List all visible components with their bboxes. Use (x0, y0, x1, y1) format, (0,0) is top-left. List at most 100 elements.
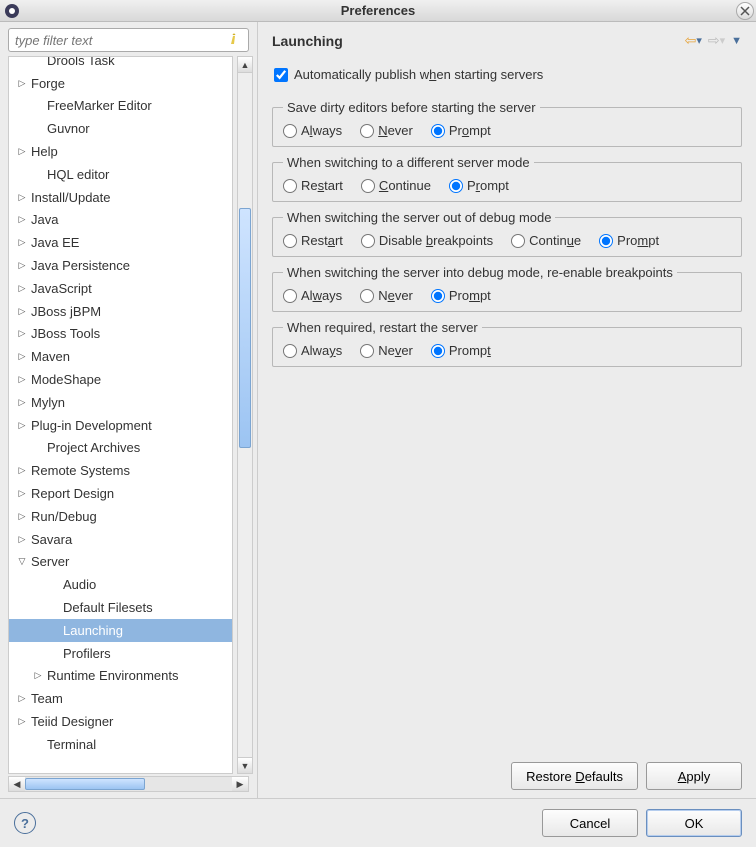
tree-item-java[interactable]: ▷Java (9, 209, 232, 232)
scroll-up-icon[interactable]: ▲ (238, 57, 252, 73)
tree-item-java-ee[interactable]: ▷Java EE (9, 231, 232, 254)
expand-icon[interactable]: ▷ (15, 465, 29, 476)
close-icon[interactable] (736, 2, 754, 20)
radio-g3-3[interactable] (599, 234, 613, 248)
expand-icon[interactable]: ▷ (15, 328, 29, 339)
expand-icon[interactable]: ▷ (15, 237, 29, 248)
radio-g5-0[interactable] (283, 344, 297, 358)
radio-option[interactable]: Always (283, 123, 342, 138)
expand-icon[interactable]: ▷ (15, 192, 29, 203)
radio-option[interactable]: Prompt (431, 343, 491, 358)
radio-g2-1[interactable] (361, 179, 375, 193)
tree-item-freemarker-editor[interactable]: FreeMarker Editor (9, 95, 232, 118)
tree-item-guvnor[interactable]: Guvnor (9, 117, 232, 140)
radio-option[interactable]: Prompt (431, 123, 491, 138)
tree-item-project-archives[interactable]: Project Archives (9, 437, 232, 460)
radio-option[interactable]: Prompt (431, 288, 491, 303)
tree-item-java-persistence[interactable]: ▷Java Persistence (9, 254, 232, 277)
apply-button[interactable]: Apply (646, 762, 742, 790)
tree-item-savara[interactable]: ▷Savara (9, 528, 232, 551)
back-icon[interactable]: ⇦▾ (685, 32, 702, 49)
tree-item-help[interactable]: ▷Help (9, 140, 232, 163)
expand-icon[interactable]: ▷ (15, 374, 29, 385)
radio-option[interactable]: Never (360, 123, 413, 138)
tree-item-profilers[interactable]: Profilers (9, 642, 232, 665)
scroll-down-icon[interactable]: ▼ (238, 757, 252, 773)
radio-g4-0[interactable] (283, 289, 297, 303)
expand-icon[interactable]: ▷ (15, 260, 29, 271)
tree-item-team[interactable]: ▷Team (9, 687, 232, 710)
expand-icon[interactable]: ▷ (15, 283, 29, 294)
radio-option[interactable]: Disable breakpoints (361, 233, 493, 248)
radio-g3-2[interactable] (511, 234, 525, 248)
radio-g5-2[interactable] (431, 344, 445, 358)
radio-g1-0[interactable] (283, 124, 297, 138)
radio-option[interactable]: Never (360, 288, 413, 303)
tree-item-default-filesets[interactable]: Default Filesets (9, 596, 232, 619)
tree-item-launching[interactable]: Launching (9, 619, 232, 642)
auto-publish-label[interactable]: Automatically publish when starting serv… (294, 67, 543, 82)
scroll-right-icon[interactable]: ▶ (232, 777, 248, 791)
tree-item-jboss-tools[interactable]: ▷JBoss Tools (9, 323, 232, 346)
radio-option[interactable]: Always (283, 288, 342, 303)
expand-icon[interactable]: ▷ (15, 693, 29, 704)
expand-icon[interactable]: ▷ (15, 511, 29, 522)
tree-item-hql-editor[interactable]: HQL editor (9, 163, 232, 186)
radio-option[interactable]: Always (283, 343, 342, 358)
tree-horizontal-scrollbar[interactable]: ◀ ▶ (8, 776, 249, 792)
auto-publish-checkbox[interactable] (274, 68, 288, 82)
tree-item-drools-task[interactable]: Drools Task (9, 56, 232, 72)
expand-icon[interactable]: ▷ (15, 146, 29, 157)
expand-icon[interactable]: ▷ (15, 397, 29, 408)
hscroll-thumb[interactable] (25, 778, 145, 790)
tree-item-plug-in-development[interactable]: ▷Plug-in Development (9, 414, 232, 437)
tree-item-modeshape[interactable]: ▷ModeShape (9, 368, 232, 391)
tree-item-remote-systems[interactable]: ▷Remote Systems (9, 459, 232, 482)
radio-g4-1[interactable] (360, 289, 374, 303)
cancel-button[interactable]: Cancel (542, 809, 638, 837)
expand-icon[interactable]: ▷ (15, 78, 29, 89)
restore-defaults-button[interactable]: Restore Defaults (511, 762, 638, 790)
radio-g2-2[interactable] (449, 179, 463, 193)
tree-item-run-debug[interactable]: ▷Run/Debug (9, 505, 232, 528)
tree-item-terminal[interactable]: Terminal (9, 733, 232, 756)
expand-icon[interactable]: ▷ (15, 420, 29, 431)
tree-item-report-design[interactable]: ▷Report Design (9, 482, 232, 505)
expand-icon[interactable]: ▷ (15, 214, 29, 225)
radio-option[interactable]: Prompt (449, 178, 509, 193)
radio-option[interactable]: Restart (283, 233, 343, 248)
tree-item-javascript[interactable]: ▷JavaScript (9, 277, 232, 300)
expand-icon[interactable]: ▷ (15, 306, 29, 317)
radio-option[interactable]: Continue (361, 178, 431, 193)
radio-option[interactable]: Never (360, 343, 413, 358)
tree-item-teiid-designer[interactable]: ▷Teiid Designer (9, 710, 232, 733)
collapse-icon[interactable]: ▽ (15, 556, 29, 567)
radio-option[interactable]: Restart (283, 178, 343, 193)
menu-icon[interactable]: ▼ (731, 35, 742, 47)
tree-item-forge[interactable]: ▷Forge (9, 72, 232, 95)
expand-icon[interactable]: ▷ (15, 534, 29, 545)
help-icon[interactable]: ? (14, 812, 36, 834)
radio-g1-1[interactable] (360, 124, 374, 138)
radio-g1-2[interactable] (431, 124, 445, 138)
tree-item-server[interactable]: ▽Server (9, 551, 232, 574)
expand-icon[interactable]: ▷ (15, 351, 29, 362)
scroll-left-icon[interactable]: ◀ (9, 777, 25, 791)
expand-icon[interactable]: ▷ (31, 670, 45, 681)
filter-input[interactable] (8, 28, 249, 52)
expand-icon[interactable]: ▷ (15, 488, 29, 499)
preferences-tree[interactable]: Drools Task▷ForgeFreeMarker EditorGuvnor… (8, 56, 233, 774)
tree-vertical-scrollbar[interactable]: ▲ ▼ (237, 56, 253, 774)
tree-item-install-update[interactable]: ▷Install/Update (9, 186, 232, 209)
tree-item-runtime-environments[interactable]: ▷Runtime Environments (9, 665, 232, 688)
radio-g4-2[interactable] (431, 289, 445, 303)
radio-g3-1[interactable] (361, 234, 375, 248)
tree-item-mylyn[interactable]: ▷Mylyn (9, 391, 232, 414)
radio-option[interactable]: Prompt (599, 233, 659, 248)
radio-option[interactable]: Continue (511, 233, 581, 248)
tree-item-jboss-jbpm[interactable]: ▷JBoss jBPM (9, 300, 232, 323)
expand-icon[interactable]: ▷ (15, 716, 29, 727)
tree-item-audio[interactable]: Audio (9, 573, 232, 596)
tree-item-maven[interactable]: ▷Maven (9, 345, 232, 368)
radio-g2-0[interactable] (283, 179, 297, 193)
